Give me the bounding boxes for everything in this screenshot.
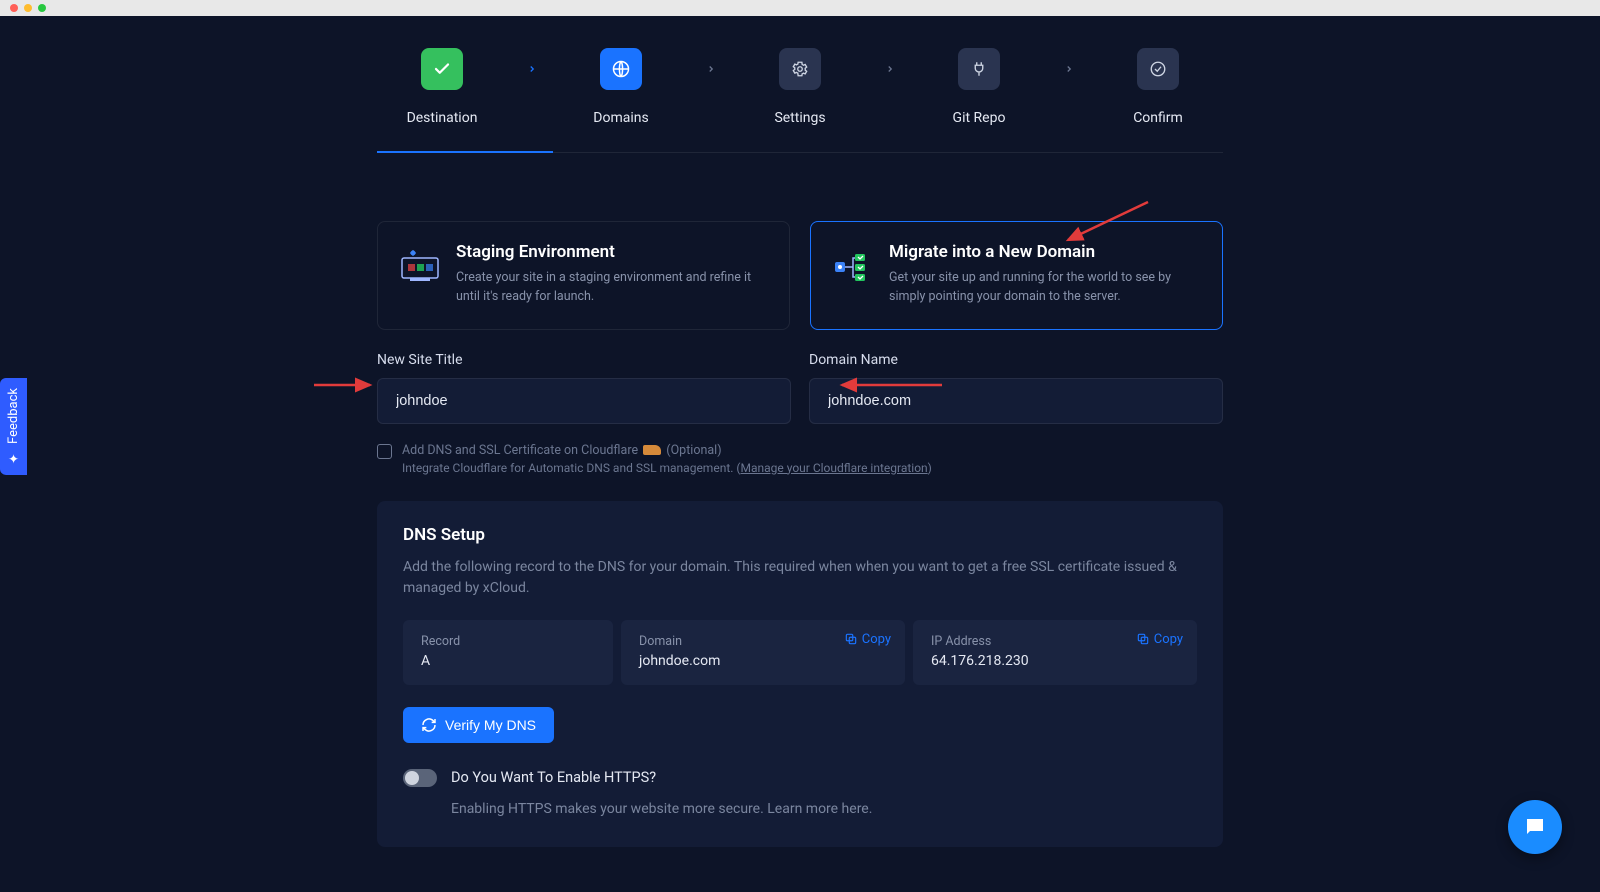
close-window-dot[interactable] bbox=[10, 4, 18, 12]
option-title: Migrate into a New Domain bbox=[889, 242, 1200, 262]
dns-desc: Add the following record to the DNS for … bbox=[403, 557, 1197, 600]
chat-icon bbox=[1523, 815, 1547, 839]
copy-domain-button[interactable]: Copy bbox=[844, 632, 891, 647]
maximize-window-dot[interactable] bbox=[38, 4, 46, 12]
globe-icon bbox=[600, 48, 642, 90]
wizard-stepper: Destination Domains Settings bbox=[377, 48, 1223, 153]
check-circle-icon bbox=[1137, 48, 1179, 90]
cloudflare-checkbox[interactable] bbox=[377, 444, 392, 459]
site-title-input[interactable] bbox=[377, 378, 791, 424]
chevron-right-icon bbox=[880, 59, 900, 79]
option-staging-environment[interactable]: Staging Environment Create your site in … bbox=[377, 221, 790, 330]
copy-icon bbox=[1136, 632, 1150, 646]
https-question: Do You Want To Enable HTTPS? bbox=[451, 769, 656, 786]
dns-record-label: Record bbox=[421, 634, 595, 649]
window-titlebar bbox=[0, 0, 1600, 16]
migrate-icon bbox=[833, 242, 873, 307]
option-desc: Get your site up and running for the wor… bbox=[889, 268, 1200, 307]
check-icon bbox=[421, 48, 463, 90]
chevron-right-icon bbox=[522, 59, 542, 79]
refresh-icon bbox=[421, 717, 437, 733]
cloudflare-icon bbox=[643, 445, 661, 455]
option-migrate-new-domain[interactable]: Migrate into a New Domain Get your site … bbox=[810, 221, 1223, 330]
feedback-label: Feedback bbox=[6, 388, 21, 444]
manage-cloudflare-link[interactable]: Manage your Cloudflare integration bbox=[741, 461, 928, 475]
cloudflare-optional-text: (Optional) bbox=[666, 443, 721, 458]
domain-name-label: Domain Name bbox=[809, 352, 1223, 368]
verify-dns-label: Verify My DNS bbox=[445, 717, 536, 733]
dns-record-cell: Record A bbox=[403, 620, 613, 685]
step-confirm[interactable]: Confirm bbox=[1113, 48, 1203, 126]
dns-setup-panel: DNS Setup Add the following record to th… bbox=[377, 501, 1223, 847]
chevron-right-icon bbox=[701, 59, 721, 79]
copy-label: Copy bbox=[862, 632, 891, 647]
chevron-right-icon bbox=[1059, 59, 1079, 79]
verify-dns-button[interactable]: Verify My DNS bbox=[403, 707, 554, 743]
copy-icon bbox=[844, 632, 858, 646]
minimize-window-dot[interactable] bbox=[24, 4, 32, 12]
dns-domain-cell: Copy Domain johndoe.com bbox=[621, 620, 905, 685]
step-label: Settings bbox=[774, 110, 825, 126]
https-toggle[interactable] bbox=[403, 769, 437, 787]
sparkle-icon: ✦ bbox=[6, 450, 21, 465]
cloudflare-option-label: Add DNS and SSL Certificate on Cloudflar… bbox=[402, 442, 932, 461]
https-sub: Enabling HTTPS makes your website more s… bbox=[403, 801, 1197, 817]
step-label: Git Repo bbox=[953, 110, 1006, 126]
chat-fab[interactable] bbox=[1508, 800, 1562, 854]
cloudflare-label-text: Add DNS and SSL Certificate on Cloudflar… bbox=[402, 443, 638, 458]
plug-icon bbox=[958, 48, 1000, 90]
site-title-label: New Site Title bbox=[377, 352, 791, 368]
step-domains[interactable]: Domains bbox=[576, 48, 666, 126]
feedback-tab[interactable]: ✦ Feedback bbox=[0, 378, 27, 475]
cloudflare-sub: Integrate Cloudflare for Automatic DNS a… bbox=[402, 461, 932, 475]
step-git-repo[interactable]: Git Repo bbox=[934, 48, 1024, 126]
option-desc: Create your site in a staging environmen… bbox=[456, 268, 767, 307]
step-label: Domains bbox=[593, 110, 648, 126]
step-label: Destination bbox=[407, 110, 478, 126]
dns-ip-value: 64.176.218.230 bbox=[931, 653, 1179, 669]
copy-ip-button[interactable]: Copy bbox=[1136, 632, 1183, 647]
dns-ip-cell: Copy IP Address 64.176.218.230 bbox=[913, 620, 1197, 685]
step-label: Confirm bbox=[1133, 110, 1183, 126]
annotation-arrow bbox=[312, 375, 378, 395]
step-settings[interactable]: Settings bbox=[755, 48, 845, 126]
step-destination[interactable]: Destination bbox=[397, 48, 487, 126]
dns-domain-value: johndoe.com bbox=[639, 653, 887, 669]
copy-label: Copy bbox=[1154, 632, 1183, 647]
dns-heading: DNS Setup bbox=[403, 525, 1197, 545]
option-title: Staging Environment bbox=[456, 242, 767, 262]
staging-icon bbox=[400, 242, 440, 307]
gear-icon bbox=[779, 48, 821, 90]
dns-record-value: A bbox=[421, 653, 595, 669]
domain-name-input[interactable] bbox=[809, 378, 1223, 424]
